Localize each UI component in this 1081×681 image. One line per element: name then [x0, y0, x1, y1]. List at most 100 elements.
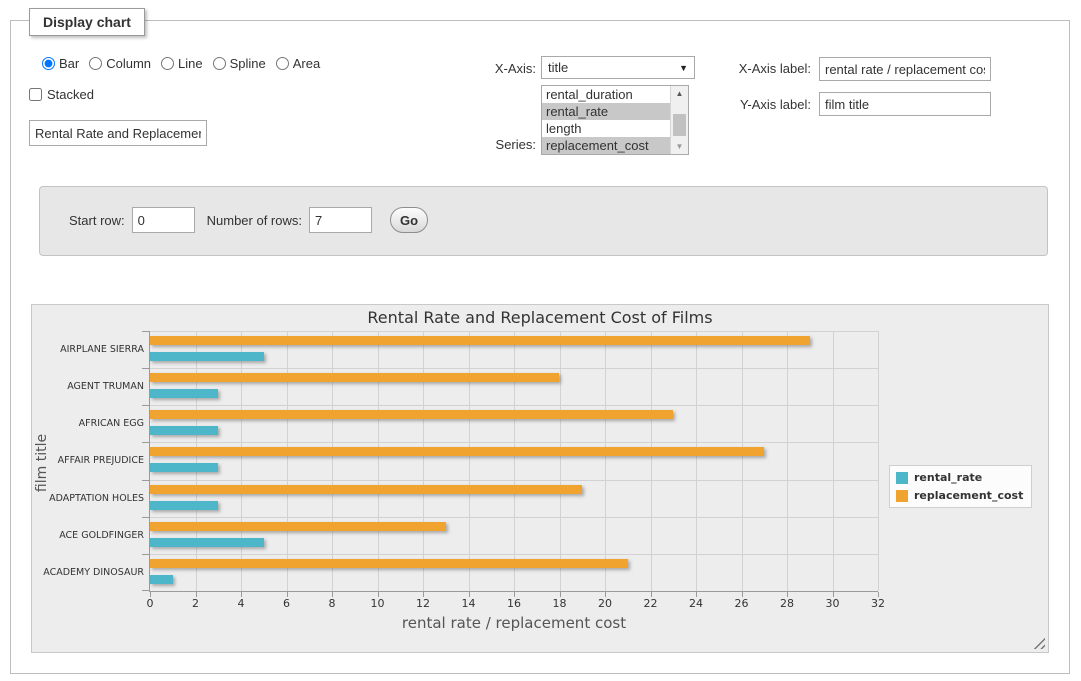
bar-replacement_cost[interactable] [150, 559, 628, 568]
category-label: ACADEMY DINOSAUR [34, 567, 144, 578]
display-chart-panel: Display chart BarColumnLineSplineArea St… [10, 20, 1070, 674]
x-tick-label: 0 [130, 597, 170, 610]
stacked-checkbox[interactable] [29, 88, 42, 101]
y-axis-tick [142, 368, 150, 369]
y-axis-label-input[interactable] [819, 92, 991, 116]
bar-rental_rate[interactable] [150, 538, 264, 547]
stacked-checkbox-row: Stacked [29, 87, 94, 102]
chart-type-radio-spline[interactable]: Spline [213, 56, 266, 71]
series-option-replacement_cost[interactable]: replacement_cost [542, 137, 670, 154]
category-label: ADAPTATION HOLES [34, 493, 144, 504]
row-controls-panel: Start row: Number of rows: Go [39, 186, 1048, 256]
horizontal-gridline [150, 442, 878, 443]
num-rows-input[interactable] [309, 207, 372, 233]
num-rows-label: Number of rows: [207, 213, 302, 228]
category-label: ACE GOLDFINGER [34, 530, 144, 541]
legend-swatch-icon [896, 490, 908, 502]
x-tick-label: 18 [540, 597, 580, 610]
series-select-label: Series: [471, 137, 536, 152]
bar-replacement_cost[interactable] [150, 410, 673, 419]
vertical-gridline [878, 331, 879, 591]
bar-rental_rate[interactable] [150, 575, 173, 584]
radio-button[interactable] [89, 57, 102, 70]
plot-area [150, 331, 878, 591]
y-axis-tick [142, 405, 150, 406]
chart-type-radio-group: Bar Column Line Spline Area [42, 56, 320, 71]
bar-replacement_cost[interactable] [150, 522, 446, 531]
y-axis-tick [142, 554, 150, 555]
y-axis-tick [142, 480, 150, 481]
start-row-input[interactable] [132, 207, 195, 233]
x-tick-label: 30 [813, 597, 853, 610]
series-option-rental_duration[interactable]: rental_duration [542, 86, 670, 103]
chart-title-input[interactable] [29, 120, 207, 146]
x-tick-label: 26 [722, 597, 762, 610]
legend-swatch-icon [896, 472, 908, 484]
vertical-gridline [241, 331, 242, 591]
x-axis-label-input[interactable] [819, 57, 991, 81]
bar-replacement_cost[interactable] [150, 336, 810, 345]
series-option-rental_rate[interactable]: rental_rate [542, 103, 670, 120]
category-label: AFRICAN EGG [34, 418, 144, 429]
panel-title: Display chart [29, 8, 145, 36]
radio-button[interactable] [276, 57, 289, 70]
vertical-gridline [332, 331, 333, 591]
vertical-gridline [378, 331, 379, 591]
y-axis-label-field-label: Y-Axis label: [723, 97, 811, 112]
horizontal-gridline [150, 517, 878, 518]
radio-button[interactable] [213, 57, 226, 70]
x-tick-label: 4 [221, 597, 261, 610]
x-tick-label: 32 [858, 597, 898, 610]
x-axis-select[interactable]: title ▼ [541, 56, 695, 79]
legend-item-replacement_cost[interactable]: replacement_cost [896, 489, 1023, 502]
radio-button[interactable] [42, 57, 55, 70]
bar-replacement_cost[interactable] [150, 373, 559, 382]
chart-type-radio-area[interactable]: Area [276, 56, 320, 71]
bar-rental_rate[interactable] [150, 426, 218, 435]
chart-type-radio-column[interactable]: Column [89, 56, 151, 71]
bar-rental_rate[interactable] [150, 463, 218, 472]
scroll-up-icon[interactable]: ▲ [671, 86, 688, 101]
bar-replacement_cost[interactable] [150, 485, 582, 494]
x-tick-label: 22 [631, 597, 671, 610]
scroll-down-icon[interactable]: ▼ [671, 139, 688, 154]
resize-handle-icon[interactable] [1033, 637, 1045, 649]
radio-button[interactable] [161, 57, 174, 70]
page: Display chart Bar Column Line Spline Area St… [0, 0, 1081, 681]
bar-rental_rate[interactable] [150, 352, 264, 361]
vertical-gridline [696, 331, 697, 591]
vertical-gridline [469, 331, 470, 591]
series-option-length[interactable]: length [542, 120, 670, 137]
y-axis-tick [142, 442, 150, 443]
series-listbox[interactable]: rental_durationrental_ratelengthreplacem… [541, 85, 689, 155]
series-listbox-scrollbar[interactable]: ▲ ▼ [670, 86, 688, 154]
legend-item-rental_rate[interactable]: rental_rate [896, 471, 1023, 484]
x-tick-label: 12 [403, 597, 443, 610]
radio-label: Line [178, 56, 203, 71]
vertical-gridline [742, 331, 743, 591]
vertical-gridline [514, 331, 515, 591]
legend-label: replacement_cost [914, 489, 1023, 502]
vertical-gridline [287, 331, 288, 591]
go-button[interactable]: Go [390, 207, 428, 233]
bar-rental_rate[interactable] [150, 389, 218, 398]
dropdown-arrow-icon: ▼ [679, 63, 688, 73]
vertical-gridline [605, 331, 606, 591]
x-tick-label: 2 [176, 597, 216, 610]
horizontal-gridline [150, 405, 878, 406]
start-row-label: Start row: [69, 213, 125, 228]
category-label: AGENT TRUMAN [34, 381, 144, 392]
horizontal-gridline [150, 368, 878, 369]
x-axis-selected-value: title [548, 60, 679, 75]
chart-type-radio-line[interactable]: Line [161, 56, 203, 71]
chart-container: Rental Rate and Replacement Cost of Film… [31, 304, 1049, 653]
radio-label: Area [293, 56, 320, 71]
x-tick-label: 16 [494, 597, 534, 610]
series-options: rental_durationrental_ratelengthreplacem… [542, 86, 670, 154]
scrollbar-thumb[interactable] [673, 114, 686, 136]
chart-type-radio-bar[interactable]: Bar [42, 56, 79, 71]
x-tick-label: 14 [449, 597, 489, 610]
vertical-gridline [787, 331, 788, 591]
bar-rental_rate[interactable] [150, 501, 218, 510]
bar-replacement_cost[interactable] [150, 447, 764, 456]
